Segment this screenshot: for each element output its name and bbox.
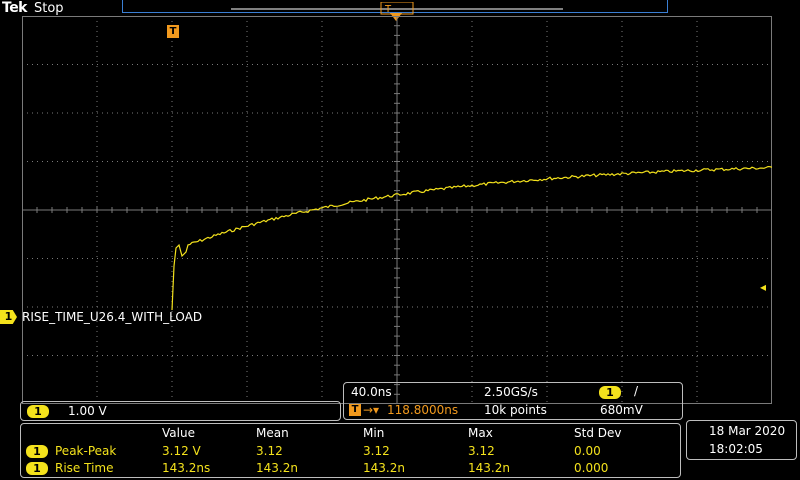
trigger-level: 680mV	[600, 403, 643, 417]
trigger-marker-icon[interactable]: T	[167, 25, 179, 38]
meas-row2-std-dev: 0.000	[574, 461, 609, 475]
meas-row2-mean: 143.2n	[256, 461, 298, 475]
meas-header-min: Min	[363, 426, 385, 440]
date-display: 18 Mar 2020	[709, 424, 786, 438]
time-display: 18:02:05	[709, 442, 763, 456]
channel1-marker-icon[interactable]: 1	[0, 310, 17, 324]
meas-header-value: Value	[162, 426, 195, 440]
record-view-bar[interactable]: T	[122, 0, 668, 15]
meas-header-std-dev: Std Dev	[574, 426, 622, 440]
trigger-delay-icon: T	[349, 404, 361, 416]
meas-row2-channel-badge: 1	[26, 462, 48, 475]
meas-row1-channel-badge: 1	[26, 445, 48, 458]
meas-row1-min: 3.12	[363, 444, 390, 458]
trigger-delay: 118.8000ns	[387, 403, 459, 417]
meas-row1-mean: 3.12	[256, 444, 283, 458]
measurements-table[interactable]: Value Mean Min Max Std Dev 1 Peak-Peak 3…	[20, 423, 681, 478]
graticule	[22, 16, 772, 404]
channel1-badge: 1	[27, 405, 49, 418]
tek-logo: Tek	[2, 0, 28, 16]
channel1-scale-box[interactable]: 1 1.00 V	[20, 401, 341, 421]
meas-header-mean: Mean	[256, 426, 289, 440]
channel1-label: RISE_TIME_U26.4_WITH_LOAD	[22, 310, 203, 324]
trigger-delay-arrow-icon: →▾	[363, 403, 380, 417]
datetime-box[interactable]: 18 Mar 2020 18:02:05	[686, 420, 797, 460]
meas-row1-max: 3.12	[468, 444, 495, 458]
meas-row2-max: 143.2n	[468, 461, 510, 475]
trigger-level-icon[interactable]: ◂	[760, 280, 766, 294]
meas-header-max: Max	[468, 426, 493, 440]
channel1-waveform	[171, 165, 772, 311]
meas-row1-name: Peak-Peak	[55, 444, 117, 458]
sample-rate: 2.50GS/s	[484, 385, 538, 399]
acquisition-status: Stop	[34, 1, 64, 16]
meas-row1-std-dev: 0.00	[574, 444, 601, 458]
timebase-box[interactable]: 40.0ns 2.50GS/s 1 / T →▾ 118.8000ns 10k …	[343, 382, 683, 420]
meas-row2-min: 143.2n	[363, 461, 405, 475]
meas-row1-value: 3.12 V	[162, 444, 201, 458]
meas-row2-value: 143.2ns	[162, 461, 211, 475]
time-per-div: 40.0ns	[351, 385, 392, 399]
trigger-slope-icon: /	[634, 384, 639, 398]
trigger-channel-badge: 1	[599, 386, 621, 399]
meas-row2-name: Rise Time	[55, 461, 114, 475]
channel1-scale: 1.00 V	[68, 404, 107, 418]
record-length: 10k points	[484, 403, 547, 417]
